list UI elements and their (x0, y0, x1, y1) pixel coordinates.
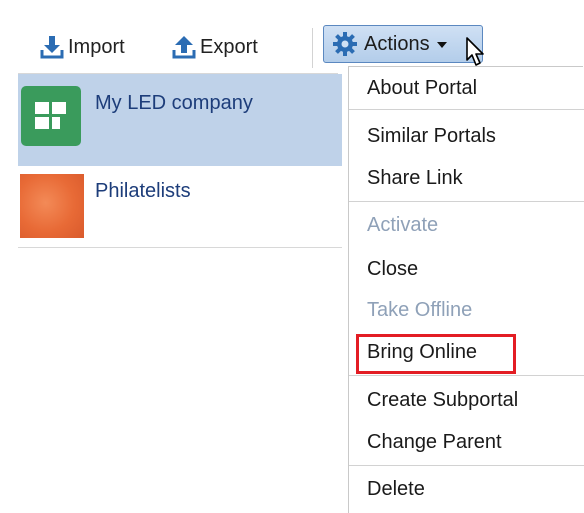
actions-button[interactable]: Actions (323, 25, 483, 63)
menu-item-share-link[interactable]: Share Link (349, 165, 584, 191)
portal-thumbnail-icon (20, 174, 84, 238)
menu-item-delete[interactable]: Delete (349, 476, 584, 502)
portal-row-philatelists[interactable]: Philatelists (18, 166, 342, 248)
actions-label: Actions (364, 32, 430, 55)
menu-item-activate: Activate (367, 214, 439, 236)
menu-item-bring-online[interactable]: Bring Online (349, 339, 584, 365)
menu-divider (349, 201, 584, 202)
menu-item-create-subportal[interactable]: Create Subportal (349, 387, 584, 413)
menu-item-change-parent[interactable]: Change Parent (349, 429, 584, 455)
menu-item-similar-portals[interactable]: Similar Portals (349, 123, 584, 149)
portal-row-my-led-company[interactable]: My LED company (18, 74, 342, 168)
menu-item-about-portal[interactable]: About Portal (349, 75, 584, 101)
actions-menu: About Portal Similar Portals Share Link … (348, 66, 584, 513)
caret-down-icon (436, 42, 447, 48)
export-button[interactable]: Export (172, 34, 258, 60)
portal-name[interactable]: Philatelists (95, 180, 191, 203)
toolbar-divider (312, 28, 313, 68)
menu-item-close[interactable]: Close (349, 256, 584, 282)
menu-item-take-offline: Take Offline (367, 299, 473, 321)
portal-name[interactable]: My LED company (95, 92, 253, 115)
portal-manager: Import Export Actions My LED company Phi… (0, 0, 584, 513)
menu-divider (349, 109, 584, 110)
menu-divider (349, 465, 584, 466)
download-icon (40, 36, 64, 59)
import-label: Import (68, 35, 125, 58)
menu-divider (349, 375, 584, 376)
export-label: Export (200, 35, 258, 58)
portal-grid-icon (21, 86, 81, 146)
upload-icon (172, 36, 196, 59)
import-button[interactable]: Import (40, 34, 125, 60)
gear-icon (333, 32, 357, 56)
